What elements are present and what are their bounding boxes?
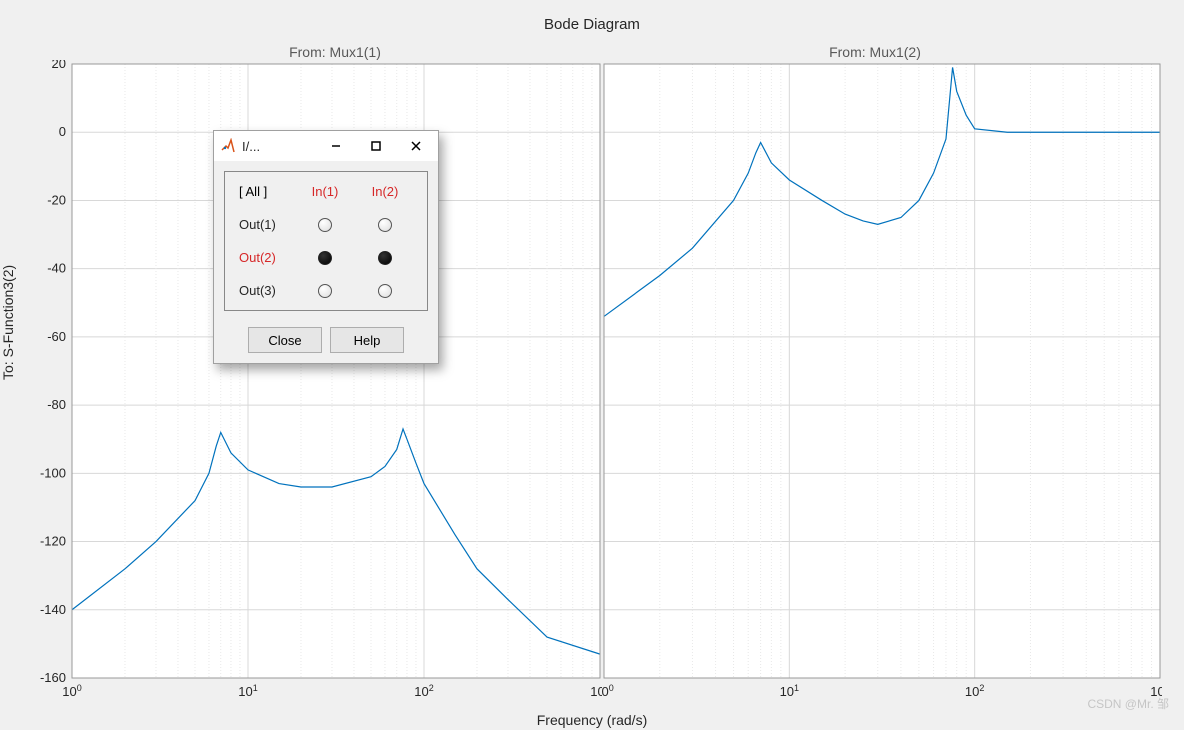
svg-text:-20: -20 [47, 192, 66, 207]
svg-text:102: 102 [965, 683, 984, 699]
svg-text:100: 100 [602, 683, 614, 699]
svg-text:-40: -40 [47, 261, 66, 276]
io-radio-3-2[interactable] [378, 284, 392, 298]
dialog-body: [ All ] In(1) In(2) Out(1) Out(2) Out(3) [224, 171, 428, 311]
io-grid: [ All ] In(1) In(2) Out(1) Out(2) Out(3) [225, 184, 427, 298]
svg-text:-100: -100 [40, 465, 66, 480]
io-radio-1-1[interactable] [318, 218, 332, 232]
y-axis-label: To: S-Function3(2) [0, 265, 16, 380]
svg-text:0: 0 [59, 124, 66, 139]
io-row-2[interactable]: Out(2) [225, 250, 276, 265]
svg-text:101: 101 [780, 683, 799, 699]
close-icon[interactable] [396, 132, 436, 160]
io-radio-2-1[interactable] [318, 251, 332, 265]
io-all[interactable]: [ All ] [225, 184, 267, 199]
dialog-button-row: Close Help [214, 321, 438, 363]
svg-text:102: 102 [414, 683, 433, 699]
svg-text:-80: -80 [47, 397, 66, 412]
io-radio-2-2[interactable] [378, 251, 392, 265]
figure-area: Bode Diagram From: Mux1(1) From: Mux1(2)… [0, 0, 1184, 730]
io-radio-1-2[interactable] [378, 218, 392, 232]
svg-text:-60: -60 [47, 329, 66, 344]
watermark: CSDN @Mr. 邹 [1087, 695, 1169, 712]
x-axis-label: Frequency (rad/s) [0, 712, 1184, 728]
dialog-titlebar[interactable]: I/... [214, 131, 438, 161]
matlab-icon [220, 138, 236, 154]
main-title: Bode Diagram [0, 16, 1184, 33]
svg-text:100: 100 [62, 683, 81, 699]
io-selector-dialog: I/... [ All ] In(1) In(2) Out(1) Out(2) Out(3… [213, 130, 439, 364]
dialog-title: I/... [242, 139, 316, 154]
io-row-3[interactable]: Out(3) [225, 283, 276, 298]
svg-text:101: 101 [238, 683, 257, 699]
svg-text:-120: -120 [40, 534, 66, 549]
io-row-1[interactable]: Out(1) [225, 217, 276, 232]
help-button[interactable]: Help [330, 327, 404, 353]
subplot2-title: From: Mux1(2) [600, 44, 1150, 60]
svg-text:-160: -160 [40, 670, 66, 685]
maximize-button[interactable] [356, 132, 396, 160]
io-radio-3-1[interactable] [318, 284, 332, 298]
svg-text:-140: -140 [40, 602, 66, 617]
bode-plot-right: 100101102103 [602, 60, 1162, 710]
svg-text:103: 103 [590, 683, 602, 699]
minimize-button[interactable] [316, 132, 356, 160]
subplot1-title: From: Mux1(1) [70, 44, 600, 60]
close-button[interactable]: Close [248, 327, 322, 353]
io-col-2[interactable]: In(2) [372, 184, 399, 199]
io-col-1[interactable]: In(1) [312, 184, 339, 199]
svg-text:20: 20 [52, 60, 66, 71]
